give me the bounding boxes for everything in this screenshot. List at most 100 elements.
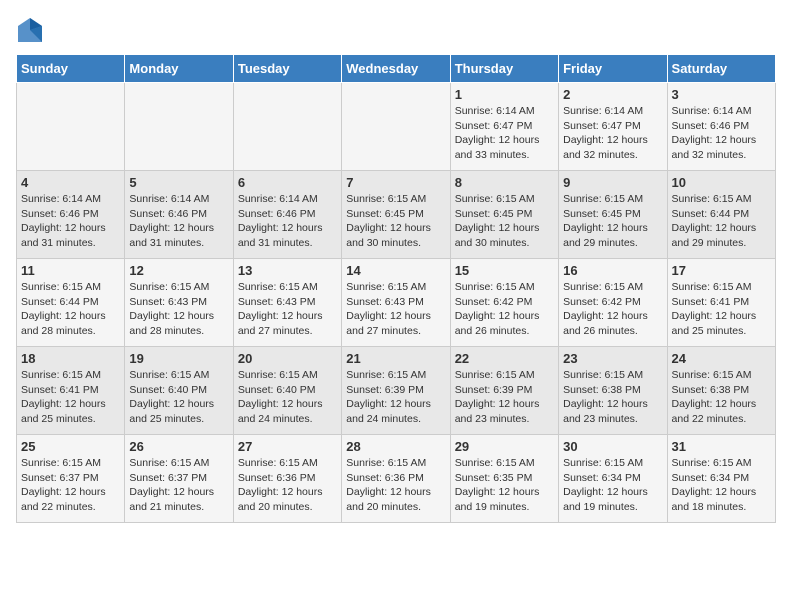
day-number: 23 [563,351,662,366]
week-row-2: 4 Sunrise: 6:14 AM Sunset: 6:46 PM Daylig… [17,171,776,259]
day-cell: 27 Sunrise: 6:15 AM Sunset: 6:36 PM Dayli… [233,435,341,523]
day-number: 10 [672,175,771,190]
logo [16,16,48,44]
day-number: 3 [672,87,771,102]
day-info: Sunrise: 6:15 AM Sunset: 6:43 PM Dayligh… [238,280,337,339]
day-info: Sunrise: 6:15 AM Sunset: 6:44 PM Dayligh… [672,192,771,251]
day-number: 1 [455,87,554,102]
day-cell: 23 Sunrise: 6:15 AM Sunset: 6:38 PM Dayli… [559,347,667,435]
day-cell: 1 Sunrise: 6:14 AM Sunset: 6:47 PM Daylig… [450,83,558,171]
day-info: Sunrise: 6:14 AM Sunset: 6:46 PM Dayligh… [672,104,771,163]
day-number: 28 [346,439,445,454]
day-info: Sunrise: 6:15 AM Sunset: 6:37 PM Dayligh… [21,456,120,515]
header [16,16,776,44]
day-cell: 28 Sunrise: 6:15 AM Sunset: 6:36 PM Dayli… [342,435,450,523]
day-info: Sunrise: 6:14 AM Sunset: 6:47 PM Dayligh… [455,104,554,163]
day-info: Sunrise: 6:14 AM Sunset: 6:46 PM Dayligh… [238,192,337,251]
calendar-table: SundayMondayTuesdayWednesdayThursdayFrid… [16,54,776,523]
day-info: Sunrise: 6:15 AM Sunset: 6:37 PM Dayligh… [129,456,228,515]
day-cell: 20Sunrise: 6:15 AM Sunset: 6:40 PM Dayli… [233,347,341,435]
header-row: SundayMondayTuesdayWednesdayThursdayFrid… [17,55,776,83]
day-cell: 9 Sunrise: 6:15 AM Sunset: 6:45 PM Daylig… [559,171,667,259]
day-info: Sunrise: 6:15 AM Sunset: 6:44 PM Dayligh… [21,280,120,339]
day-info: Sunrise: 6:15 AM Sunset: 6:42 PM Dayligh… [563,280,662,339]
day-number: 19 [129,351,228,366]
day-cell [233,83,341,171]
day-number: 20 [238,351,337,366]
day-cell: 7 Sunrise: 6:15 AM Sunset: 6:45 PM Daylig… [342,171,450,259]
day-info: Sunrise: 6:14 AM Sunset: 6:47 PM Dayligh… [563,104,662,163]
day-number: 29 [455,439,554,454]
day-info: Sunrise: 6:14 AM Sunset: 6:46 PM Dayligh… [21,192,120,251]
day-info: Sunrise: 6:15 AM Sunset: 6:41 PM Dayligh… [21,368,120,427]
day-number: 13 [238,263,337,278]
day-info: Sunrise: 6:15 AM Sunset: 6:39 PM Dayligh… [346,368,445,427]
day-info: Sunrise: 6:15 AM Sunset: 6:43 PM Dayligh… [129,280,228,339]
day-number: 4 [21,175,120,190]
day-cell [125,83,233,171]
col-header-thursday: Thursday [450,55,558,83]
day-cell [342,83,450,171]
day-number: 27 [238,439,337,454]
day-info: Sunrise: 6:15 AM Sunset: 6:41 PM Dayligh… [672,280,771,339]
day-number: 7 [346,175,445,190]
day-number: 21 [346,351,445,366]
col-header-saturday: Saturday [667,55,775,83]
day-cell: 16 Sunrise: 6:15 AM Sunset: 6:42 PM Dayli… [559,259,667,347]
day-cell: 14 Sunrise: 6:15 AM Sunset: 6:43 PM Dayli… [342,259,450,347]
day-info: Sunrise: 6:15 AM Sunset: 6:45 PM Dayligh… [346,192,445,251]
col-header-sunday: Sunday [17,55,125,83]
day-number: 11 [21,263,120,278]
day-info: Sunrise: 6:15 AM Sunset: 6:45 PM Dayligh… [455,192,554,251]
day-cell: 6Sunrise: 6:14 AM Sunset: 6:46 PM Daylig… [233,171,341,259]
week-row-5: 25 Sunrise: 6:15 AM Sunset: 6:37 PM Dayli… [17,435,776,523]
day-number: 8 [455,175,554,190]
day-cell: 12 Sunrise: 6:15 AM Sunset: 6:43 PM Dayli… [125,259,233,347]
day-number: 2 [563,87,662,102]
day-cell: 24 Sunrise: 6:15 AM Sunset: 6:38 PM Dayli… [667,347,775,435]
day-cell: 18 Sunrise: 6:15 AM Sunset: 6:41 PM Dayli… [17,347,125,435]
day-number: 12 [129,263,228,278]
day-info: Sunrise: 6:15 AM Sunset: 6:38 PM Dayligh… [563,368,662,427]
day-number: 30 [563,439,662,454]
day-number: 26 [129,439,228,454]
day-info: Sunrise: 6:15 AM Sunset: 6:36 PM Dayligh… [238,456,337,515]
week-row-4: 18 Sunrise: 6:15 AM Sunset: 6:41 PM Dayli… [17,347,776,435]
day-number: 18 [21,351,120,366]
col-header-tuesday: Tuesday [233,55,341,83]
day-number: 22 [455,351,554,366]
day-cell: 31 Sunrise: 6:15 AM Sunset: 6:34 PM Dayli… [667,435,775,523]
day-cell: 13 Sunrise: 6:15 AM Sunset: 6:43 PM Dayli… [233,259,341,347]
day-cell: 8 Sunrise: 6:15 AM Sunset: 6:45 PM Daylig… [450,171,558,259]
day-cell: 21 Sunrise: 6:15 AM Sunset: 6:39 PM Dayli… [342,347,450,435]
day-cell: 17Sunrise: 6:15 AM Sunset: 6:41 PM Dayli… [667,259,775,347]
day-number: 16 [563,263,662,278]
week-row-3: 11 Sunrise: 6:15 AM Sunset: 6:44 PM Dayli… [17,259,776,347]
day-number: 25 [21,439,120,454]
col-header-monday: Monday [125,55,233,83]
day-cell: 30 Sunrise: 6:15 AM Sunset: 6:34 PM Dayli… [559,435,667,523]
day-number: 14 [346,263,445,278]
day-number: 9 [563,175,662,190]
day-info: Sunrise: 6:15 AM Sunset: 6:43 PM Dayligh… [346,280,445,339]
day-info: Sunrise: 6:15 AM Sunset: 6:34 PM Dayligh… [672,456,771,515]
day-number: 5 [129,175,228,190]
day-cell: 10 Sunrise: 6:15 AM Sunset: 6:44 PM Dayli… [667,171,775,259]
day-info: Sunrise: 6:15 AM Sunset: 6:36 PM Dayligh… [346,456,445,515]
day-info: Sunrise: 6:14 AM Sunset: 6:46 PM Dayligh… [129,192,228,251]
day-cell: 19 Sunrise: 6:15 AM Sunset: 6:40 PM Dayli… [125,347,233,435]
day-info: Sunrise: 6:15 AM Sunset: 6:38 PM Dayligh… [672,368,771,427]
day-info: Sunrise: 6:15 AM Sunset: 6:45 PM Dayligh… [563,192,662,251]
day-info: Sunrise: 6:15 AM Sunset: 6:34 PM Dayligh… [563,456,662,515]
day-cell: 25 Sunrise: 6:15 AM Sunset: 6:37 PM Dayli… [17,435,125,523]
day-info: Sunrise: 6:15 AM Sunset: 6:35 PM Dayligh… [455,456,554,515]
day-cell: 4 Sunrise: 6:14 AM Sunset: 6:46 PM Daylig… [17,171,125,259]
day-number: 15 [455,263,554,278]
day-number: 31 [672,439,771,454]
day-number: 24 [672,351,771,366]
col-header-friday: Friday [559,55,667,83]
week-row-1: 1 Sunrise: 6:14 AM Sunset: 6:47 PM Daylig… [17,83,776,171]
day-info: Sunrise: 6:15 AM Sunset: 6:39 PM Dayligh… [455,368,554,427]
day-info: Sunrise: 6:15 AM Sunset: 6:40 PM Dayligh… [129,368,228,427]
day-info: Sunrise: 6:15 AM Sunset: 6:42 PM Dayligh… [455,280,554,339]
